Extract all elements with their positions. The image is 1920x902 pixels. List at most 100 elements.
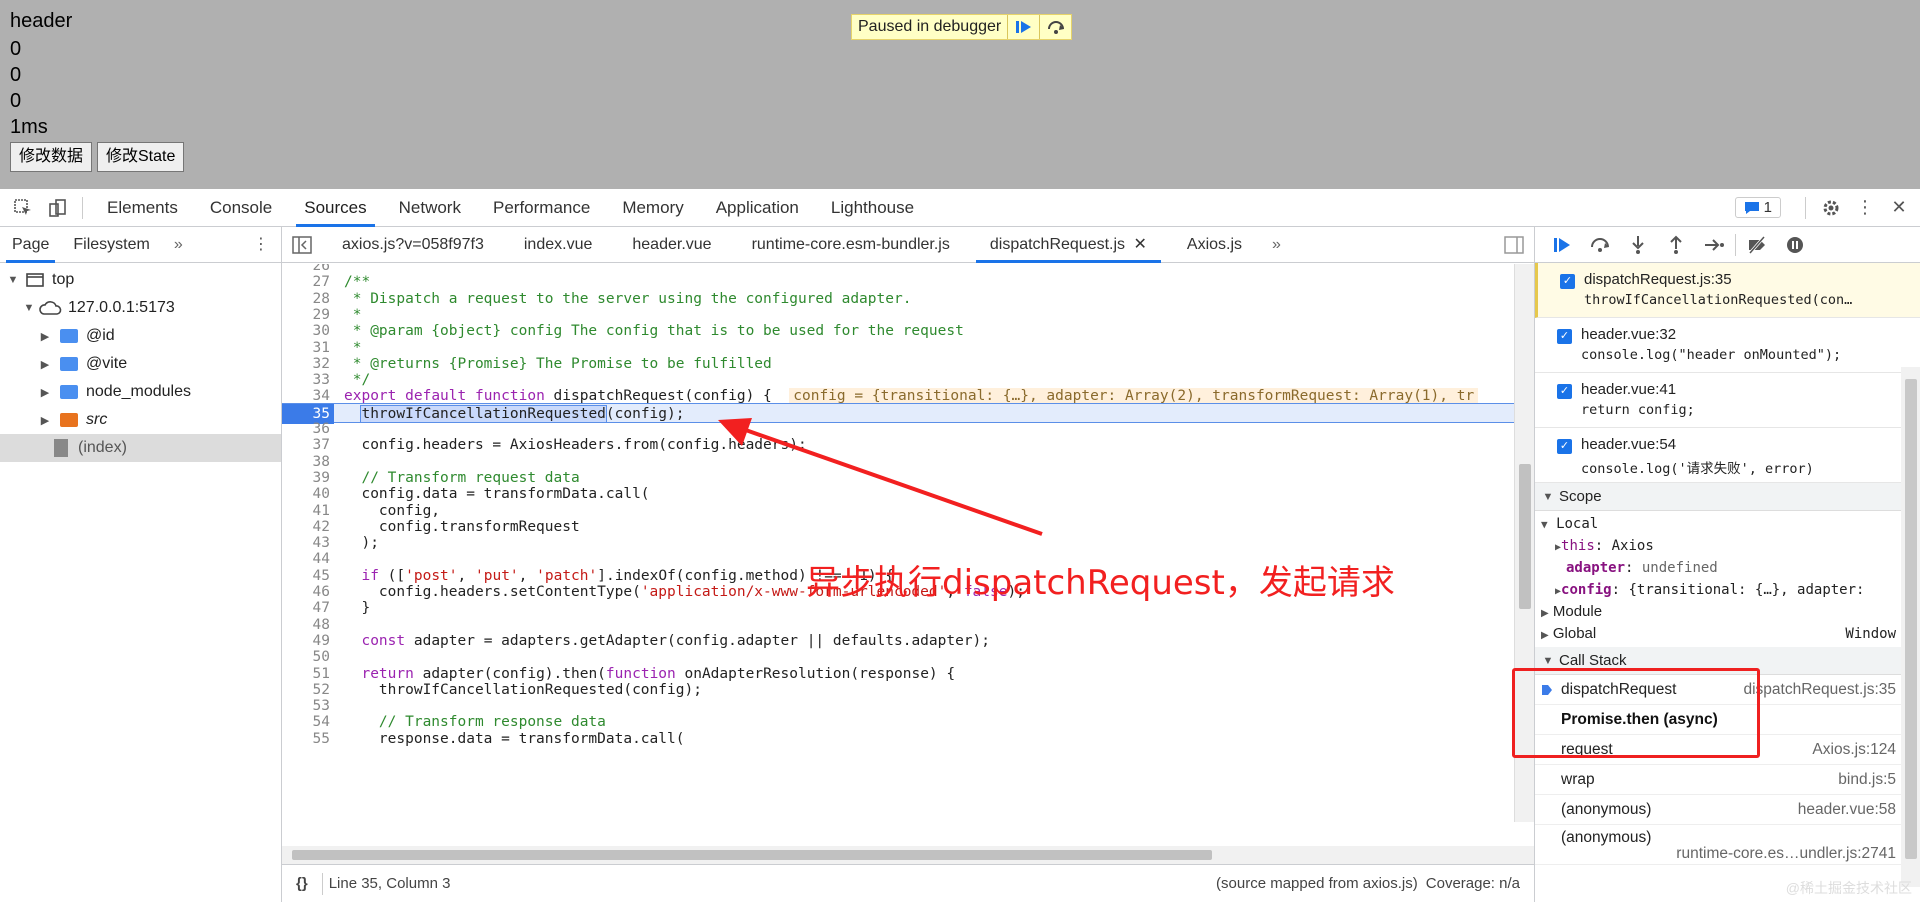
- close-devtools-icon[interactable]: ✕: [1882, 191, 1916, 225]
- breakpoint-item[interactable]: ✓ header.vue:54 console.log('请求失败', erro…: [1535, 428, 1920, 483]
- tab-memory[interactable]: Memory: [606, 189, 699, 227]
- breakpoint-location: header.vue:54: [1581, 436, 1677, 453]
- expand-arrow-icon[interactable]: ▼: [22, 302, 36, 314]
- more-options-icon[interactable]: ⋮: [1848, 191, 1882, 225]
- device-toolbar-icon[interactable]: [40, 191, 74, 225]
- call-frame[interactable]: wrap bind.js:5: [1535, 765, 1920, 795]
- breakpoint-item[interactable]: ✓ dispatchRequest.js:35 throwIfCancellat…: [1535, 263, 1920, 318]
- issues-count: 1: [1763, 199, 1772, 216]
- step-out-icon[interactable]: [1657, 227, 1695, 263]
- annotation-text: 异步执行dispatchRequest，发起请求: [806, 563, 1395, 603]
- close-tab-icon[interactable]: ✕: [1134, 236, 1147, 253]
- navigator-tabs: Page Filesystem » ⋮: [0, 227, 281, 263]
- editor-tab[interactable]: axios.js?v=058f97f3: [322, 227, 504, 263]
- collapse-arrow-icon[interactable]: ▶: [38, 358, 52, 371]
- navigator-menu-icon[interactable]: ⋮: [241, 227, 281, 263]
- settings-gear-icon[interactable]: [1814, 191, 1848, 225]
- collapse-arrow-icon[interactable]: ▶: [38, 386, 52, 399]
- checkbox-checked-icon[interactable]: ✓: [1560, 274, 1575, 289]
- horizontal-scrollbar[interactable]: [282, 846, 1534, 864]
- expand-arrow-icon[interactable]: ▼: [1541, 518, 1548, 531]
- expand-arrow-icon[interactable]: ▼: [1541, 491, 1555, 503]
- source-map-info[interactable]: (source mapped from axios.js): [1216, 875, 1418, 892]
- page-line: 0: [10, 64, 22, 86]
- page-line: 1ms: [10, 116, 48, 138]
- scope-local[interactable]: ▼ Local: [1535, 513, 1920, 535]
- scroll-thumb[interactable]: [292, 850, 1212, 860]
- collapse-arrow-icon[interactable]: ▶: [1541, 608, 1549, 619]
- expand-arrow-icon[interactable]: ▼: [1541, 655, 1555, 667]
- scroll-thumb[interactable]: [1519, 464, 1531, 609]
- call-frame[interactable]: (anonymous) header.vue:58: [1535, 795, 1920, 825]
- frame-location: header.vue:58: [1797, 800, 1896, 818]
- tree-item-folder[interactable]: ▶ src: [0, 406, 281, 434]
- modify-state-button[interactable]: 修改State: [97, 142, 185, 172]
- paused-label: Paused in debugger: [858, 18, 1002, 35]
- scope-title: Scope: [1559, 488, 1602, 505]
- editor-tab-active[interactable]: dispatchRequest.js ✕: [970, 227, 1167, 263]
- tab-console[interactable]: Console: [194, 189, 288, 227]
- modify-data-button[interactable]: 修改数据: [10, 142, 93, 172]
- resume-icon[interactable]: [1543, 227, 1581, 263]
- scope-section-header[interactable]: ▼ Scope: [1535, 483, 1920, 511]
- collapse-arrow-icon[interactable]: ▶: [1541, 630, 1549, 641]
- issues-badge[interactable]: 1: [1734, 197, 1781, 218]
- deactivate-breakpoints-icon[interactable]: [1738, 227, 1776, 263]
- checkbox-checked-icon[interactable]: ✓: [1557, 384, 1572, 399]
- tab-application[interactable]: Application: [700, 189, 815, 227]
- scope-var[interactable]: ▶config: {transitional: {…}, adapter:: [1535, 579, 1920, 601]
- tree-item-host[interactable]: ▼ 127.0.0.1:5173: [0, 294, 281, 322]
- step-icon[interactable]: [1695, 227, 1733, 263]
- checkbox-checked-icon[interactable]: ✓: [1557, 439, 1572, 454]
- tree-label: @vite: [86, 355, 128, 372]
- more-tabs-icon[interactable]: »: [1262, 236, 1291, 254]
- code-view[interactable]: 26 27/** 28 * Dispatch a request to the se…: [282, 264, 1514, 822]
- scope-var[interactable]: ▶this: Axios: [1535, 535, 1920, 557]
- code-line[interactable]: 55 response.data = transformData.call(: [282, 729, 1514, 749]
- more-tabs-icon[interactable]: »: [162, 227, 195, 263]
- collapse-arrow-icon[interactable]: ▶: [38, 330, 52, 343]
- editor-tab[interactable]: runtime-core.esm-bundler.js: [732, 227, 970, 263]
- toggle-navigator-icon[interactable]: [282, 235, 322, 254]
- scope-global[interactable]: ▶ Global Window: [1535, 623, 1920, 645]
- sidebar-scrollbar[interactable]: [1901, 367, 1920, 887]
- breakpoint-code: throwIfCancellationRequested(con…: [1584, 292, 1853, 308]
- tree-item-folder[interactable]: ▶ @vite: [0, 350, 281, 378]
- tab-sources[interactable]: Sources: [288, 189, 382, 227]
- scope-var[interactable]: adapter: undefined: [1535, 557, 1920, 579]
- resume-icon[interactable]: [1007, 15, 1039, 39]
- callstack-title: Call Stack: [1559, 652, 1627, 669]
- tab-lighthouse[interactable]: Lighthouse: [815, 189, 930, 227]
- line-number[interactable]: 55: [282, 729, 334, 749]
- tab-page[interactable]: Page: [0, 227, 61, 263]
- tree-item-folder[interactable]: ▶ @id: [0, 322, 281, 350]
- step-over-icon[interactable]: [1581, 227, 1619, 263]
- expand-arrow-icon[interactable]: ▼: [6, 274, 20, 286]
- tree-item-top[interactable]: ▼ top: [0, 266, 281, 294]
- step-into-icon[interactable]: [1619, 227, 1657, 263]
- tab-filesystem[interactable]: Filesystem: [61, 227, 161, 263]
- inspect-element-icon[interactable]: [6, 191, 40, 225]
- collapse-arrow-icon[interactable]: ▶: [38, 414, 52, 427]
- toggle-debugger-icon[interactable]: [1494, 235, 1534, 254]
- pause-on-exceptions-icon[interactable]: [1776, 227, 1814, 263]
- editor-tab[interactable]: index.vue: [504, 227, 613, 263]
- breakpoint-item[interactable]: ✓ header.vue:41 return config;: [1535, 373, 1920, 428]
- tree-item-file[interactable]: (index): [0, 434, 281, 462]
- tab-performance[interactable]: Performance: [477, 189, 606, 227]
- editor-tab[interactable]: header.vue: [612, 227, 731, 263]
- editor-tab[interactable]: Axios.js: [1167, 227, 1262, 263]
- tree-item-folder[interactable]: ▶ node_modules: [0, 378, 281, 406]
- tab-elements[interactable]: Elements: [91, 189, 194, 227]
- step-over-icon[interactable]: [1039, 15, 1071, 39]
- message-icon: [1744, 201, 1759, 214]
- file-icon: [54, 439, 68, 457]
- pretty-print-icon[interactable]: {}: [282, 875, 322, 892]
- breakpoint-item[interactable]: ✓ header.vue:32 console.log("header onMo…: [1535, 318, 1920, 373]
- scope-module[interactable]: ▶ Module: [1535, 601, 1920, 623]
- call-frame[interactable]: (anonymous) runtime-core.es…undler.js:27…: [1535, 825, 1920, 865]
- breakpoint-location: dispatchRequest.js:35: [1584, 271, 1732, 288]
- tab-network[interactable]: Network: [383, 189, 477, 227]
- checkbox-checked-icon[interactable]: ✓: [1557, 329, 1572, 344]
- scroll-thumb[interactable]: [1905, 379, 1917, 859]
